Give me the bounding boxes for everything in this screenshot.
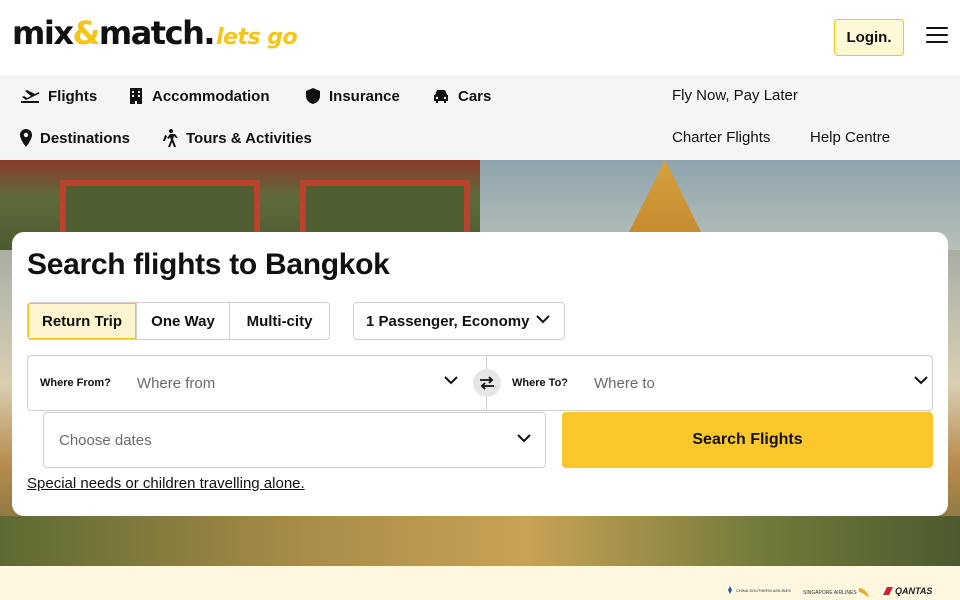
partner-china-southern: CHINA SOUTHERN AIRLINES	[726, 586, 791, 594]
from-label: Where From?	[40, 377, 111, 389]
singapore-airlines-logo-icon	[858, 588, 869, 598]
nav-item-insurance[interactable]: Insurance	[305, 84, 400, 108]
nav-link-charter-flights[interactable]: Charter Flights	[672, 129, 770, 146]
nav-item-accommodation[interactable]: Accommodation	[128, 84, 270, 108]
main-nav: Flights Accommodation Insurance Cars Fly…	[0, 75, 960, 160]
swap-route-button[interactable]	[473, 369, 501, 397]
brand-logo[interactable]: mix&match. lets go	[12, 14, 298, 52]
tab-one-way[interactable]: One Way	[137, 303, 230, 339]
route-fields: Where From? Where To?	[27, 355, 933, 411]
tab-return-trip[interactable]: Return Trip	[28, 303, 137, 339]
building-icon	[130, 88, 142, 104]
chevron-down-icon	[444, 376, 458, 385]
login-button[interactable]: Login.	[834, 19, 904, 56]
search-flights-button[interactable]: Search Flights	[562, 412, 933, 468]
nav-link-help-centre[interactable]: Help Centre	[810, 129, 890, 146]
nav-item-destinations[interactable]: Destinations	[20, 126, 130, 150]
car-icon	[434, 90, 448, 103]
nav-item-tours-activities[interactable]: Tours & Activities	[163, 126, 312, 150]
trip-type-selector: Return Trip One Way Multi-city	[27, 302, 330, 340]
page-title: Search flights to Bangkok	[27, 248, 390, 281]
site-header: mix&match. lets go Login.	[0, 0, 960, 75]
chevron-down-icon	[536, 315, 550, 324]
dates-placeholder: Choose dates	[59, 431, 152, 449]
plane-icon	[21, 90, 40, 103]
to-label: Where To?	[512, 377, 569, 389]
nav-item-flights[interactable]: Flights	[20, 84, 97, 108]
kangaroo-icon	[883, 587, 893, 595]
tab-multi-city[interactable]: Multi-city	[230, 303, 329, 339]
swap-arrows-icon	[480, 376, 494, 390]
partner-qantas: QANTAS	[883, 586, 932, 596]
chevron-down-icon	[517, 434, 531, 443]
logo-text: mix&match.	[12, 14, 216, 52]
to-input[interactable]	[594, 374, 875, 392]
china-southern-logo-icon	[728, 586, 732, 594]
shield-icon	[306, 88, 320, 104]
special-needs-link[interactable]: Special needs or children travelling alo…	[27, 475, 305, 492]
logo-tagline: lets go	[216, 25, 298, 50]
hamburger-menu-icon[interactable]	[926, 27, 948, 45]
map-pin-icon	[20, 129, 32, 147]
partner-singapore-airlines: SINGAPORE AIRLINES	[803, 586, 871, 600]
from-field[interactable]: Where From?	[40, 356, 470, 410]
date-picker-field[interactable]: Choose dates	[43, 412, 546, 468]
nav-link-fly-now-pay-later[interactable]: Fly Now, Pay Later	[672, 87, 798, 104]
airline-partners-strip: CHINA SOUTHERN AIRLINES SINGAPORE AIRLIN…	[0, 566, 960, 600]
to-field[interactable]: Where To?	[512, 356, 932, 410]
nav-item-cars[interactable]: Cars	[432, 84, 491, 108]
hiker-icon	[163, 129, 178, 147]
flight-search-card: Search flights to Bangkok Return Trip On…	[12, 232, 948, 516]
passenger-class-select[interactable]: 1 Passenger, Economy	[353, 302, 565, 340]
from-input[interactable]	[136, 374, 417, 392]
chevron-down-icon	[914, 376, 928, 385]
